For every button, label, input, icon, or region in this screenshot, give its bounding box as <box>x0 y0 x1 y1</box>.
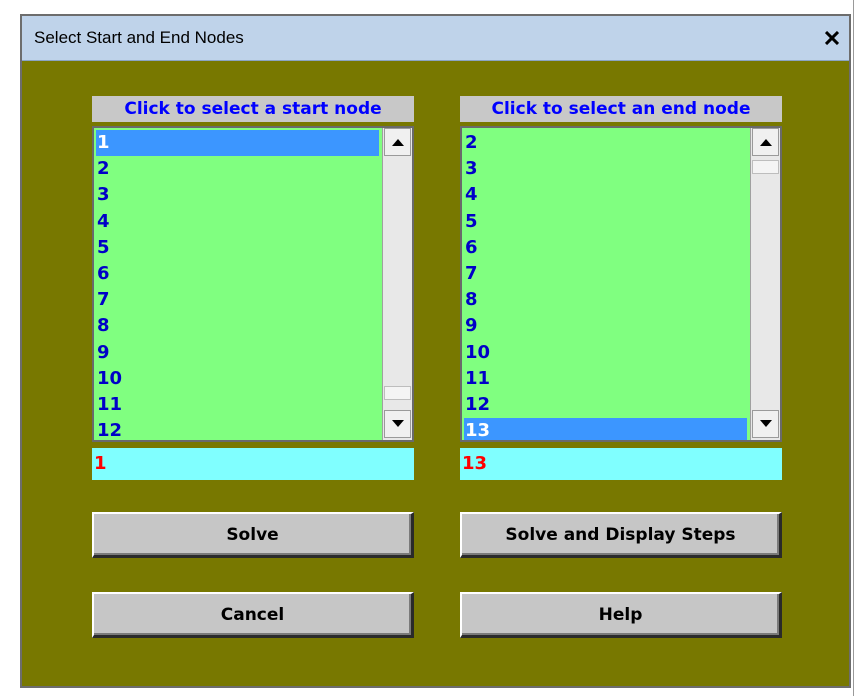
dialog-title: Select Start and End Nodes <box>34 28 244 47</box>
list-item[interactable]: 8 <box>96 313 379 339</box>
start-list-scrollbar[interactable] <box>382 128 412 440</box>
list-item[interactable]: 9 <box>464 313 747 339</box>
list-item[interactable]: 6 <box>96 261 379 287</box>
background-window-edge-right <box>853 0 863 696</box>
list-item[interactable]: 5 <box>96 235 379 261</box>
arrow-up-icon <box>759 139 772 146</box>
end-scroll-down-button[interactable] <box>752 410 779 438</box>
end-node-selection: 13 <box>460 448 782 480</box>
list-item[interactable]: 4 <box>464 182 747 208</box>
list-item[interactable]: 6 <box>464 235 747 261</box>
list-item[interactable]: 10 <box>96 366 379 392</box>
list-item[interactable]: 7 <box>96 287 379 313</box>
list-item[interactable]: 12 <box>464 392 747 418</box>
arrow-up-icon <box>391 139 404 146</box>
list-item[interactable]: 3 <box>464 156 747 182</box>
cancel-button[interactable]: Cancel <box>92 592 414 638</box>
solve-and-display-steps-button[interactable]: Solve and Display Steps <box>460 512 782 558</box>
end-list-header: Click to select an end node <box>460 96 782 122</box>
end-scroll-up-button[interactable] <box>752 128 779 156</box>
solve-button[interactable]: Solve <box>92 512 414 558</box>
end-list-scrollbar[interactable] <box>750 128 780 440</box>
list-item[interactable]: 11 <box>464 366 747 392</box>
help-button[interactable]: Help <box>460 592 782 638</box>
select-nodes-dialog: Select Start and End Nodes Click to sele… <box>20 14 851 688</box>
list-item[interactable]: 4 <box>96 209 379 235</box>
close-icon <box>825 31 839 45</box>
list-item[interactable]: 10 <box>464 340 747 366</box>
list-item[interactable]: 13 <box>464 418 747 440</box>
list-item[interactable]: 2 <box>96 156 379 182</box>
close-button[interactable] <box>821 27 843 49</box>
start-scroll-down-button[interactable] <box>384 410 411 438</box>
start-node-selection: 1 <box>92 448 414 480</box>
background-window-edge <box>0 0 10 696</box>
start-list-header: Click to select a start node <box>92 96 414 122</box>
end-node-listbox[interactable]: 2 3 4 5 6 7 8 9 10 11 12 13 <box>460 126 782 442</box>
start-scroll-thumb[interactable] <box>384 386 411 400</box>
list-item[interactable]: 2 <box>464 130 747 156</box>
arrow-down-icon <box>759 420 772 427</box>
list-item[interactable]: 3 <box>96 182 379 208</box>
list-item[interactable]: 1 <box>96 130 379 156</box>
list-item[interactable]: 8 <box>464 287 747 313</box>
list-item[interactable]: 7 <box>464 261 747 287</box>
list-item[interactable]: 11 <box>96 392 379 418</box>
start-node-listbox[interactable]: 1 2 3 4 5 6 7 8 9 10 11 12 <box>92 126 414 442</box>
arrow-down-icon <box>391 420 404 427</box>
list-item[interactable]: 9 <box>96 340 379 366</box>
start-scroll-up-button[interactable] <box>384 128 411 156</box>
end-scroll-thumb[interactable] <box>752 160 779 174</box>
list-item[interactable]: 5 <box>464 209 747 235</box>
list-item[interactable]: 12 <box>96 418 379 440</box>
title-bar[interactable]: Select Start and End Nodes <box>22 16 849 61</box>
